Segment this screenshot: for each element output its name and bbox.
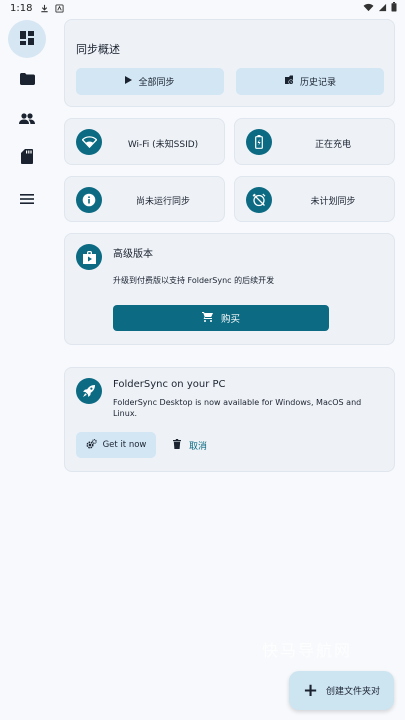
rail-item-dashboard[interactable]	[8, 20, 46, 58]
desktop-promo-title: FolderSync on your PC	[113, 379, 226, 390]
wifi-status-tile[interactable]: Wi-Fi (未知SSID)	[64, 118, 225, 165]
sync-run-status-tile[interactable]: 尚未运行同步	[64, 176, 225, 222]
dismiss-label: 取消	[189, 441, 208, 452]
charging-status-label: 正在充电	[314, 140, 351, 150]
history-button[interactable]: 历史记录	[236, 68, 384, 95]
premium-description: 升级到付费版以支持 FolderSync 的后续开发	[113, 276, 275, 285]
sd-card-icon	[21, 148, 33, 168]
desktop-promo-card: FolderSync on your PC FolderSync Desktop…	[64, 367, 395, 472]
menu-icon	[20, 189, 34, 208]
add-icon: +	[302, 679, 319, 701]
watermark: 快马导航网	[262, 641, 353, 660]
rail-item-accounts[interactable]	[8, 99, 46, 137]
history-icon	[284, 75, 294, 88]
sync-run-status-label: 尚未运行同步	[135, 197, 190, 207]
battery-icon	[391, 2, 397, 15]
rocket-icon	[76, 378, 102, 404]
rail-item-storage[interactable]	[8, 139, 46, 177]
people-icon	[19, 109, 35, 128]
premium-title: 高级版本	[113, 249, 153, 260]
play-icon	[125, 76, 133, 87]
delete-icon	[173, 438, 181, 452]
dashboard-icon	[20, 30, 34, 49]
folder-icon	[19, 70, 35, 89]
rail-item-menu[interactable]	[8, 179, 46, 217]
battery-charging-icon	[246, 129, 272, 155]
charging-status-tile[interactable]: 正在充电	[234, 118, 395, 165]
create-folder-pair-button[interactable]: + 创建文件夹对	[289, 671, 394, 710]
download-icon	[40, 4, 49, 13]
buy-label: 购买	[220, 314, 240, 325]
navigation-rail	[0, 16, 56, 716]
dismiss-button[interactable]: 取消	[173, 432, 207, 458]
shop-icon	[76, 244, 102, 270]
gears-icon	[86, 438, 97, 452]
create-folder-pair-label: 创建文件夹对	[326, 687, 381, 697]
get-it-now-button[interactable]: Get it now	[76, 432, 156, 458]
desktop-promo-description: FolderSync Desktop is now available for …	[113, 398, 362, 418]
status-bar: 1:18	[0, 0, 405, 16]
info-icon	[76, 187, 102, 213]
sync-overview-title: 同步概述	[76, 43, 120, 56]
schedule-status-tile[interactable]: 未计划同步	[234, 176, 395, 222]
get-it-now-label: Get it now	[102, 440, 147, 450]
wifi-signal-icon	[363, 3, 374, 15]
status-time: 1:18	[10, 2, 33, 14]
sync-overview-card: 同步概述 全部同步 历史记录	[64, 19, 395, 107]
app-notification-icon	[55, 3, 65, 13]
wifi-icon	[76, 129, 102, 155]
cart-icon	[201, 311, 213, 325]
cell-signal-icon	[378, 3, 387, 15]
buy-button[interactable]: 购买	[113, 305, 329, 331]
rail-item-folders[interactable]	[8, 60, 46, 98]
sync-all-button[interactable]: 全部同步	[76, 68, 224, 95]
alarm-off-icon	[246, 187, 272, 213]
sync-all-label: 全部同步	[138, 78, 175, 88]
schedule-status-label: 未计划同步	[310, 197, 356, 207]
wifi-status-label: Wi-Fi (未知SSID)	[127, 140, 199, 150]
history-label: 历史记录	[299, 78, 336, 88]
